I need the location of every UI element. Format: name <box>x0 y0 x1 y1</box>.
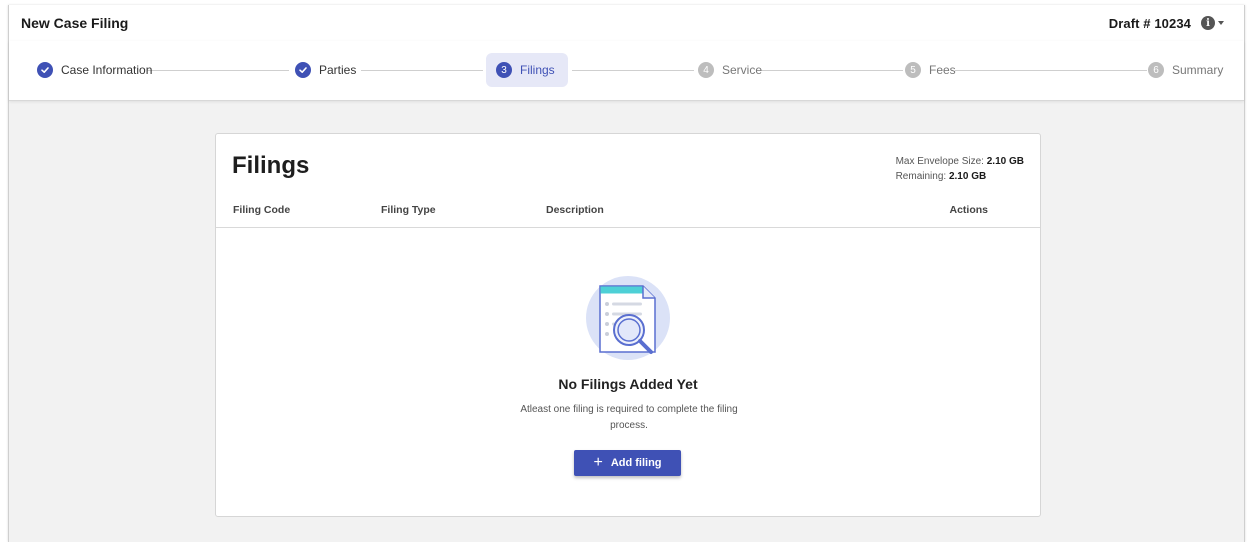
app-header: New Case Filing Draft # 10234 i <box>9 5 1244 41</box>
step-fees[interactable]: 5 Fees <box>895 53 966 87</box>
remaining-label: Remaining: <box>895 171 947 182</box>
empty-state-description: Atleast one filing is required to comple… <box>520 404 738 431</box>
remaining-value: 2.10 GB <box>948 171 987 182</box>
column-actions: Actions <box>949 204 988 216</box>
page-title: New Case Filing <box>21 15 129 31</box>
column-description: Description <box>546 204 604 216</box>
column-filing-type: Filing Type <box>381 204 436 216</box>
step-number: 3 <box>496 62 512 78</box>
step-parties[interactable]: Parties <box>285 53 366 87</box>
draft-number: Draft # 10234 <box>1108 15 1191 31</box>
step-summary[interactable]: 6 Summary <box>1138 53 1233 87</box>
filings-card: Filings Max Envelope Size: 2.10 GB Remai… <box>215 133 1041 517</box>
step-connector <box>761 70 903 71</box>
step-label: Summary <box>1172 63 1224 77</box>
step-filings[interactable]: 3 Filings <box>486 53 568 87</box>
empty-state-title: No Filings Added Yet <box>558 376 698 392</box>
step-connector <box>955 70 1147 71</box>
add-filing-button[interactable]: + Add filing <box>574 450 681 476</box>
check-circle-icon <box>295 62 311 78</box>
step-label: Parties <box>319 63 357 77</box>
info-menu-button[interactable]: i <box>1201 16 1224 30</box>
step-label: Filings <box>520 63 555 77</box>
progress-stepper: Case Information Parties 3 Filings 4 Ser… <box>9 41 1244 101</box>
column-filing-code: Filing Code <box>233 204 291 216</box>
step-number: 5 <box>905 62 921 78</box>
max-envelope-label: Max Envelope Size: <box>895 156 984 167</box>
envelope-size-info: Max Envelope Size: 2.10 GB Remaining: 2.… <box>896 154 1024 184</box>
step-label: Case Information <box>61 63 153 77</box>
plus-icon: + <box>593 454 603 471</box>
max-envelope-value: 2.10 GB <box>986 156 1024 167</box>
add-filing-label: Add filing <box>610 457 662 469</box>
step-label: Service <box>722 63 763 77</box>
header-right: Draft # 10234 i <box>1109 16 1232 31</box>
step-connector <box>147 70 289 71</box>
step-number: 6 <box>1148 62 1164 78</box>
filings-table-header: Filing Code Filing Type Description Acti… <box>216 200 1040 228</box>
step-connector <box>361 70 483 71</box>
step-number: 4 <box>698 62 714 78</box>
step-case-information[interactable]: Case Information <box>27 53 162 87</box>
filings-title: Filings <box>232 152 310 179</box>
chevron-down-icon <box>1218 21 1224 25</box>
step-service[interactable]: 4 Service <box>688 53 772 87</box>
app-window: New Case Filing Draft # 10234 i Case Inf… <box>8 5 1245 542</box>
info-icon: i <box>1201 16 1215 30</box>
empty-document-search-icon <box>586 276 670 360</box>
step-connector <box>572 70 694 71</box>
step-label: Fees <box>929 63 956 77</box>
check-circle-icon <box>37 62 53 78</box>
